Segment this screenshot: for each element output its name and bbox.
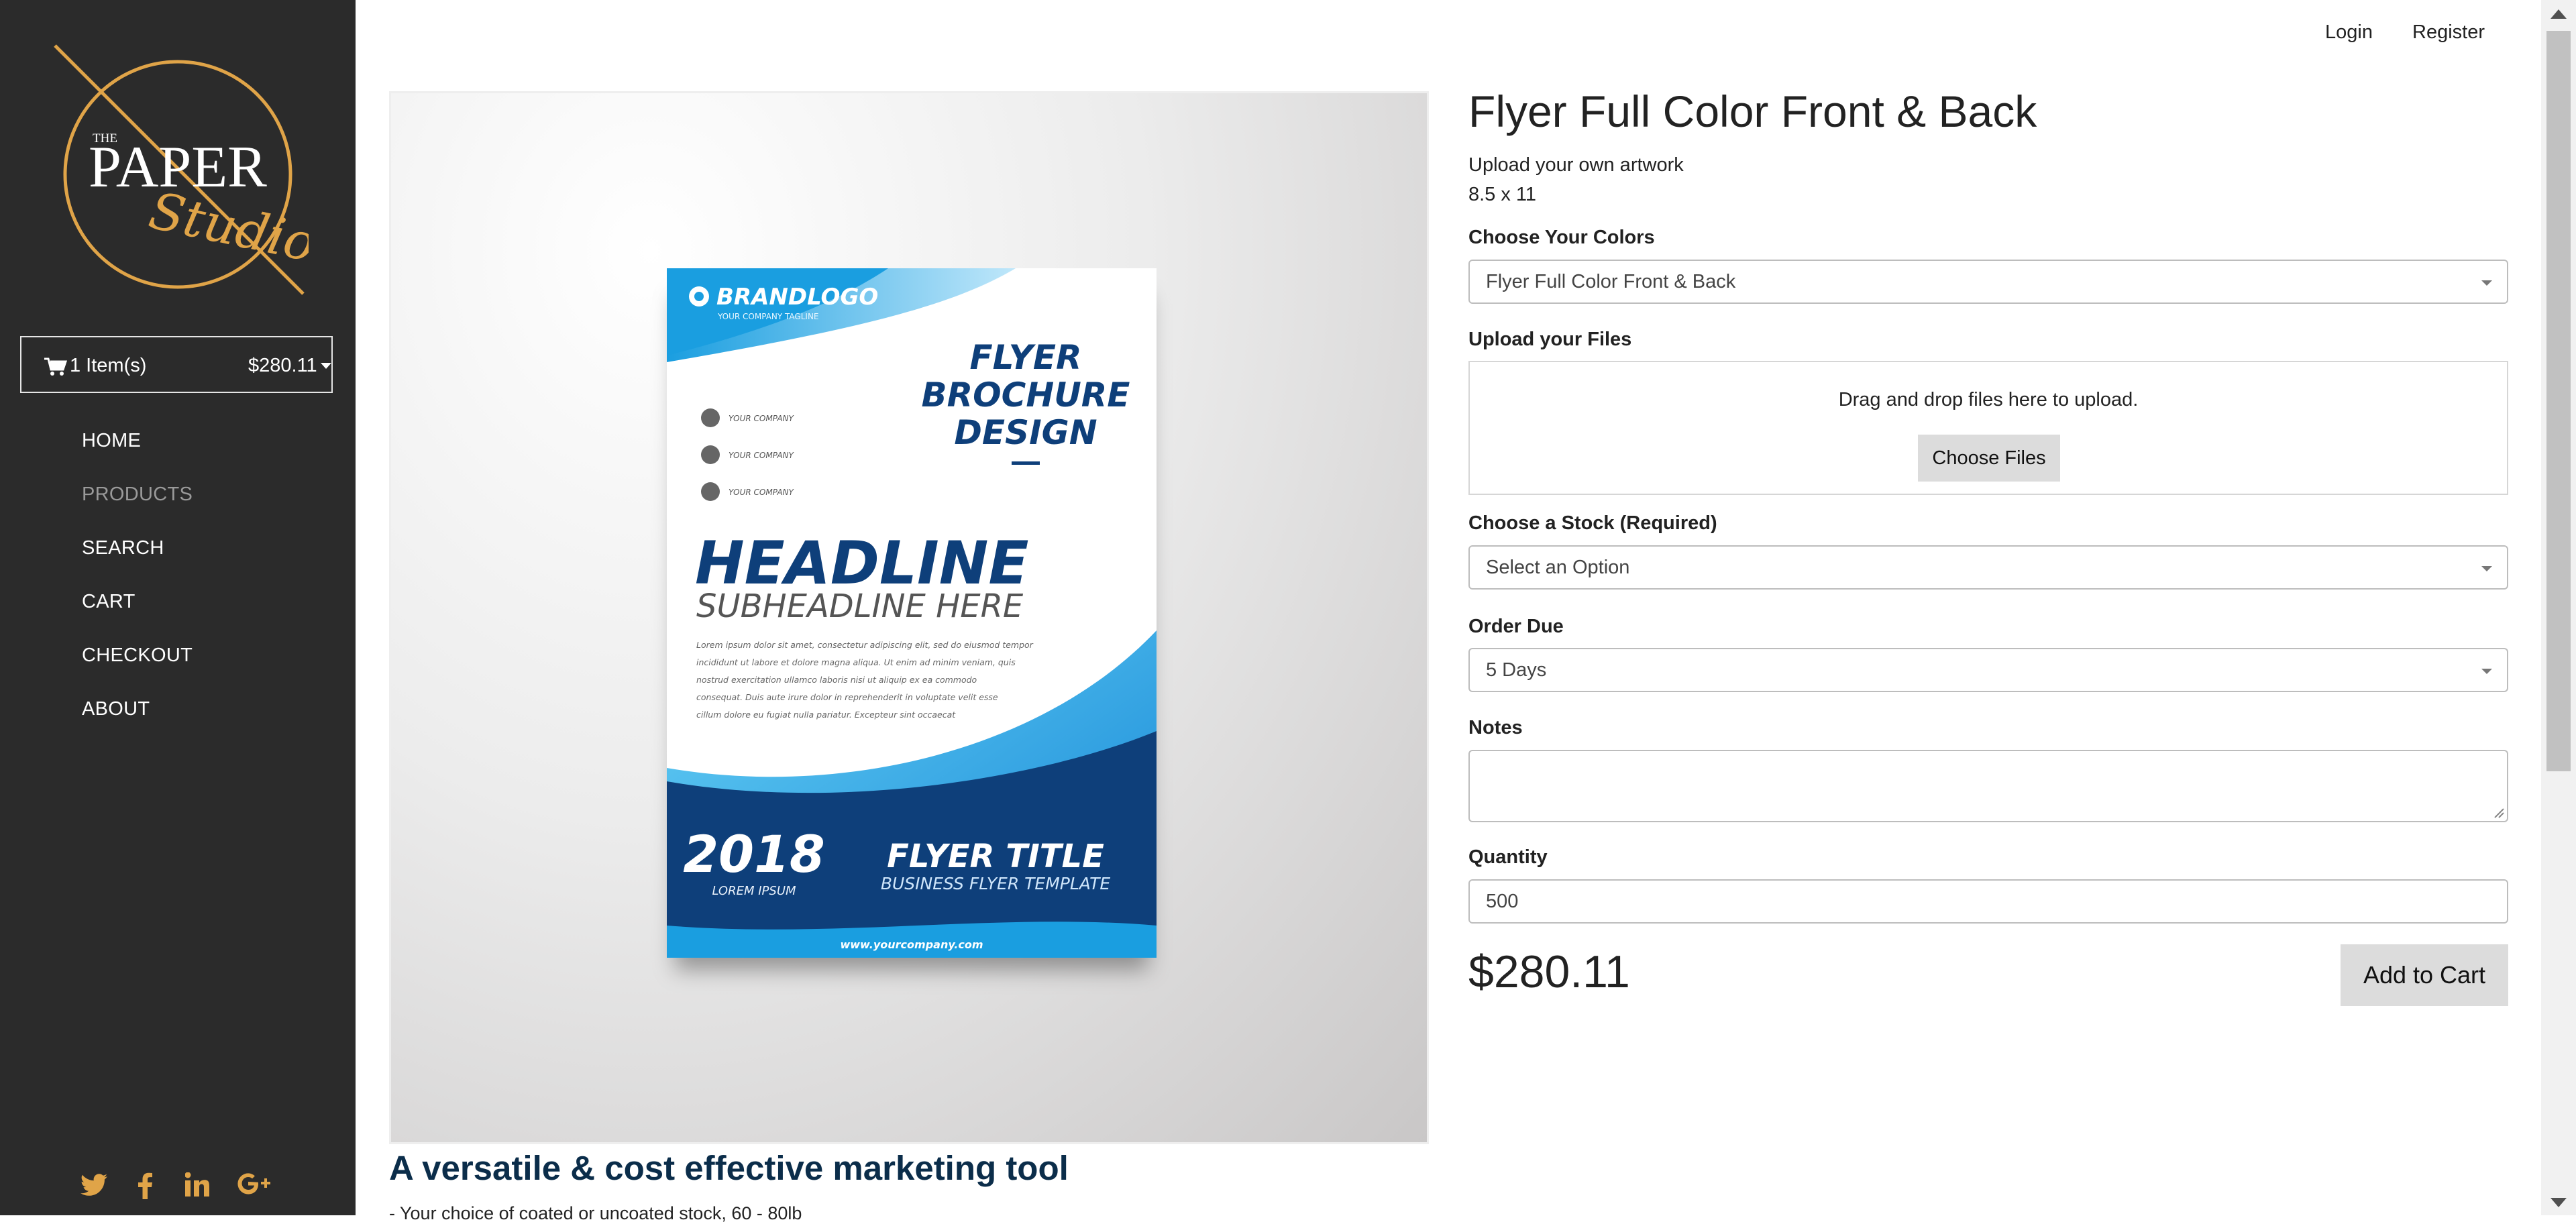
flyer-body-line: nostrud exercitation ullamco laboris nis… — [696, 675, 977, 685]
upload-label: Upload your Files — [1468, 329, 1632, 350]
login-link[interactable]: Login — [2325, 21, 2373, 44]
flyer-title-line3: DESIGN — [954, 413, 1097, 452]
nav-item-about[interactable]: ABOUT — [82, 691, 193, 744]
stock-select-value: Select an Option — [1486, 557, 1630, 578]
nav-item-products[interactable]: PRODUCTS — [82, 476, 193, 530]
paper-studio-logo[interactable]: THE PAPER Studio — [47, 40, 309, 302]
nav-item-cart[interactable]: CART — [82, 583, 193, 637]
product-title: Flyer Full Color Front & Back — [1468, 87, 2037, 136]
register-link[interactable]: Register — [2412, 21, 2485, 44]
product-size: 8.5 x 11 — [1468, 184, 1537, 205]
quantity-input[interactable]: 500 — [1468, 879, 2508, 924]
chevron-down-icon — [321, 363, 331, 369]
flyer-tagline: YOUR COMPANY TAGLINE — [717, 312, 819, 321]
flyer-company-row: YOUR COMPANY — [729, 414, 795, 423]
nav-item-search[interactable]: SEARCH — [82, 530, 193, 583]
linkedin-icon[interactable] — [185, 1172, 209, 1197]
add-to-cart-button[interactable]: Add to Cart — [2341, 944, 2508, 1006]
nav-item-home[interactable]: HOME — [82, 423, 193, 476]
flyer-company-row: YOUR COMPANY — [729, 488, 795, 497]
choose-files-button[interactable]: Choose Files — [1918, 435, 2060, 482]
colors-select-value: Flyer Full Color Front & Back — [1486, 271, 1736, 292]
product-price: $280.11 — [1468, 946, 1630, 997]
flyer-year-sub: LOREM IPSUM — [712, 884, 796, 898]
notes-textarea[interactable] — [1468, 750, 2508, 822]
flyer-body-line: Lorem ipsum dolor sit amet, consectetur … — [696, 640, 1034, 650]
cart-dropdown[interactable]: 1 Item(s) $280.11 — [20, 336, 333, 393]
sidebar: THE PAPER Studio 1 Item(s) $280.11 HOME … — [0, 0, 356, 1215]
twitter-icon[interactable] — [80, 1172, 109, 1199]
colors-select[interactable]: Flyer Full Color Front & Back — [1468, 260, 2508, 304]
quantity-value: 500 — [1486, 891, 1519, 912]
scrollbar-thumb[interactable] — [2546, 31, 2571, 771]
cart-total: $280.11 — [248, 355, 317, 376]
flyer-brandlogo: BRANDLOGO — [716, 284, 878, 311]
product-subtitle: Upload your own artwork — [1468, 154, 1684, 176]
flyer-preview-image: BRANDLOGO YOUR COMPANY TAGLINE FLYER BRO… — [667, 268, 1157, 958]
flyer-title-line1: FLYER — [969, 338, 1081, 377]
scroll-up-icon[interactable] — [2551, 9, 2567, 19]
page-scrollbar[interactable] — [2541, 0, 2576, 1215]
description-heading: A versatile & cost effective marketing t… — [389, 1149, 1069, 1187]
flyer-title: FLYER TITLE — [887, 838, 1104, 875]
chevron-down-icon — [2481, 280, 2492, 286]
flyer-body-line: cillum dolore eu fugiat nulla pariatur. … — [696, 710, 956, 720]
stock-select[interactable]: Select an Option — [1468, 545, 2508, 590]
colors-label: Choose Your Colors — [1468, 227, 1655, 248]
nav-item-checkout[interactable]: CHECKOUT — [82, 637, 193, 691]
description-line: - Your choice of coated or uncoated stoc… — [389, 1203, 802, 1223]
flyer-year: 2018 — [683, 824, 825, 884]
facebook-icon[interactable] — [138, 1172, 153, 1199]
stock-label: Choose a Stock (Required) — [1468, 512, 1717, 534]
flyer-body-line: consequat. Duis aute irure dolor in repr… — [696, 692, 998, 702]
google-plus-icon[interactable] — [237, 1172, 271, 1195]
quantity-label: Quantity — [1468, 846, 1548, 868]
due-label: Order Due — [1468, 616, 1564, 637]
flyer-title-line2: BROCHURE — [922, 376, 1130, 414]
file-dropzone[interactable]: Drag and drop files here to upload. Choo… — [1468, 361, 2508, 495]
due-select[interactable]: 5 Days — [1468, 648, 2508, 692]
chevron-down-icon — [2481, 566, 2492, 571]
flyer-subheadline: SUBHEADLINE HERE — [696, 588, 1024, 625]
chevron-down-icon — [2481, 669, 2492, 674]
resize-grip-icon[interactable] — [2492, 806, 2504, 818]
dropzone-text: Drag and drop files here to upload. — [1838, 389, 2139, 410]
flyer-title-sub: BUSINESS FLYER TEMPLATE — [881, 874, 1110, 893]
notes-label: Notes — [1468, 717, 1523, 738]
flyer-url: www.yourcompany.com — [840, 938, 983, 951]
scroll-down-icon[interactable] — [2551, 1198, 2567, 1207]
cart-icon — [44, 357, 67, 376]
main-nav: HOME PRODUCTS SEARCH CART CHECKOUT ABOUT — [82, 423, 193, 744]
due-select-value: 5 Days — [1486, 659, 1547, 681]
flyer-body-line: incididunt ut labore et dolore magna ali… — [696, 657, 1016, 667]
flyer-company-row: YOUR COMPANY — [729, 451, 795, 460]
cart-item-count: 1 Item(s) — [70, 355, 147, 376]
